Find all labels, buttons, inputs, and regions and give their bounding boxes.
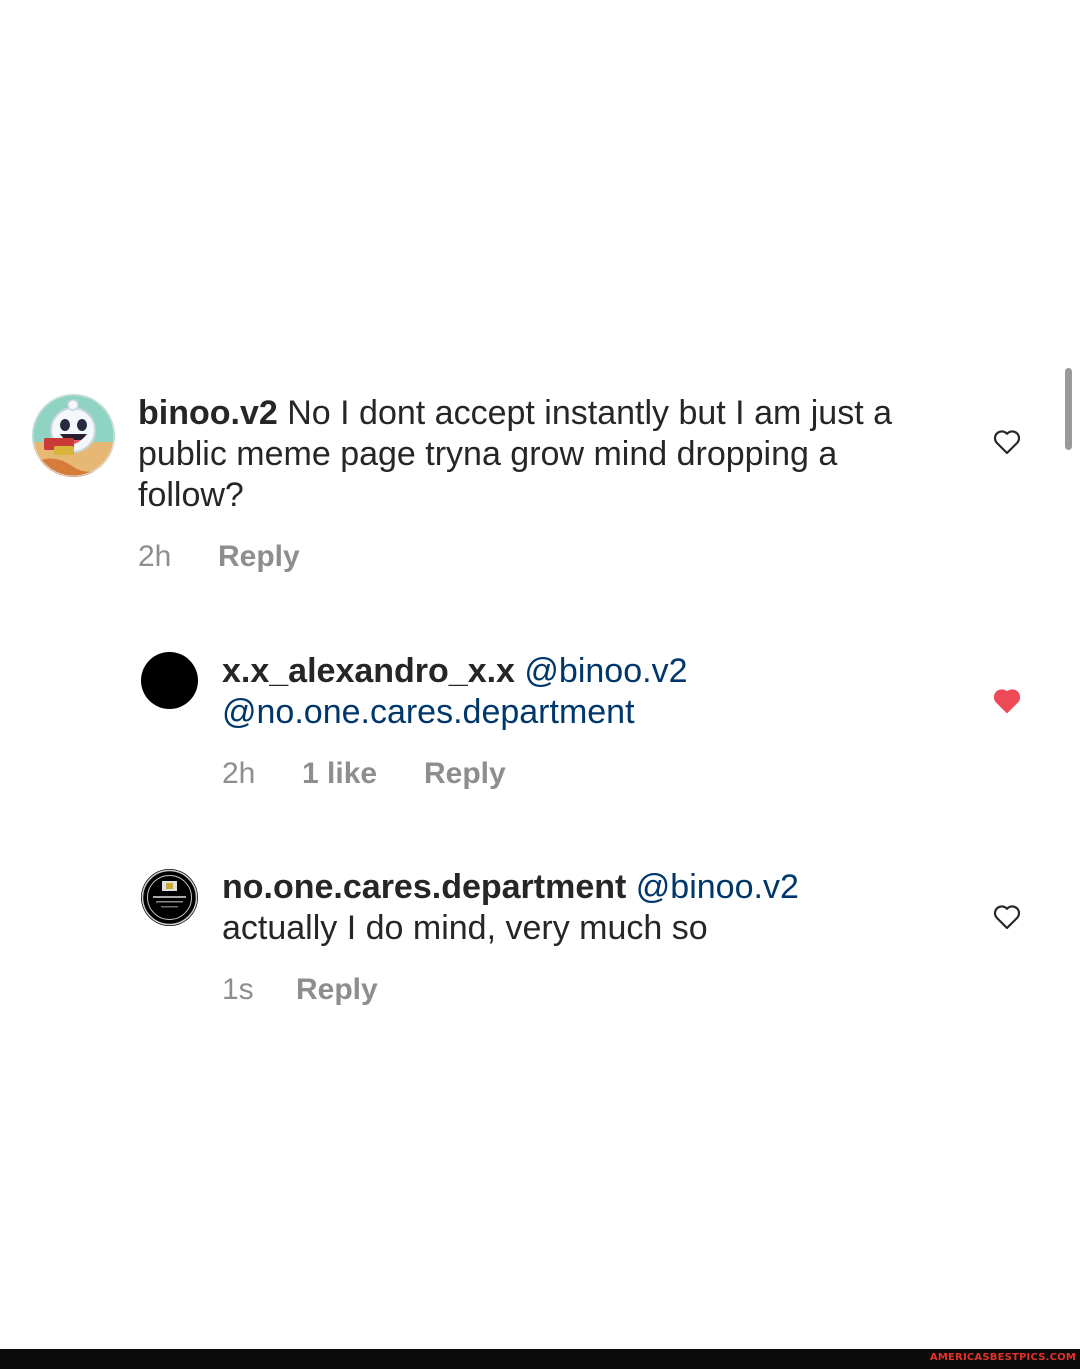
comment-time: 1s [222, 973, 254, 1006]
reply-button[interactable]: Reply [296, 972, 378, 1008]
comment-body: no.one.cares.department @binoo.v2 actual… [222, 867, 922, 949]
reply-button[interactable]: Reply [424, 756, 506, 792]
avatar-binoo[interactable] [32, 394, 115, 477]
mention-link[interactable]: @binoo.v2 [515, 652, 687, 690]
avatar-binoo-image [32, 394, 115, 477]
comment-username[interactable]: no.one.cares.department [222, 868, 626, 906]
comment-meta: 2h 1 like Reply [222, 756, 506, 792]
heart-outline-icon[interactable] [990, 425, 1024, 457]
avatar-no-one-cares[interactable] [141, 869, 198, 926]
mention-link[interactable]: @no.one.cares.department [222, 693, 635, 731]
mention-link[interactable]: @binoo.v2 [626, 868, 799, 906]
heart-outline-icon[interactable] [990, 900, 1024, 932]
comment-username[interactable]: x.x_alexandro_x.x [222, 652, 515, 690]
watermark-text: AMERICASBESTPICS.COM [929, 1352, 1076, 1363]
comment-time: 2h [138, 540, 172, 573]
avatar-alexandro[interactable] [141, 652, 198, 709]
heart-filled-icon[interactable] [990, 684, 1024, 716]
comment-time: 2h [222, 757, 256, 790]
likes-count[interactable]: 1 like [302, 756, 424, 792]
watermark-bar: AMERICASBESTPICS.COM [0, 1349, 1080, 1369]
comment-meta: 1s Reply [222, 972, 378, 1008]
comment-body: x.x_alexandro_x.x @binoo.v2 @no.one.care… [222, 651, 922, 733]
comment-username[interactable]: binoo.v2 [138, 394, 278, 432]
reply-button[interactable]: Reply [218, 539, 300, 575]
comment-meta: 2h Reply [138, 539, 300, 575]
comment-body: binoo.v2 No I dont accept instantly but … [138, 393, 898, 516]
avatar-no-one-cares-image [141, 869, 198, 926]
scrollbar[interactable] [1065, 368, 1072, 450]
comment-message: actually I do mind, very much so [222, 909, 708, 947]
